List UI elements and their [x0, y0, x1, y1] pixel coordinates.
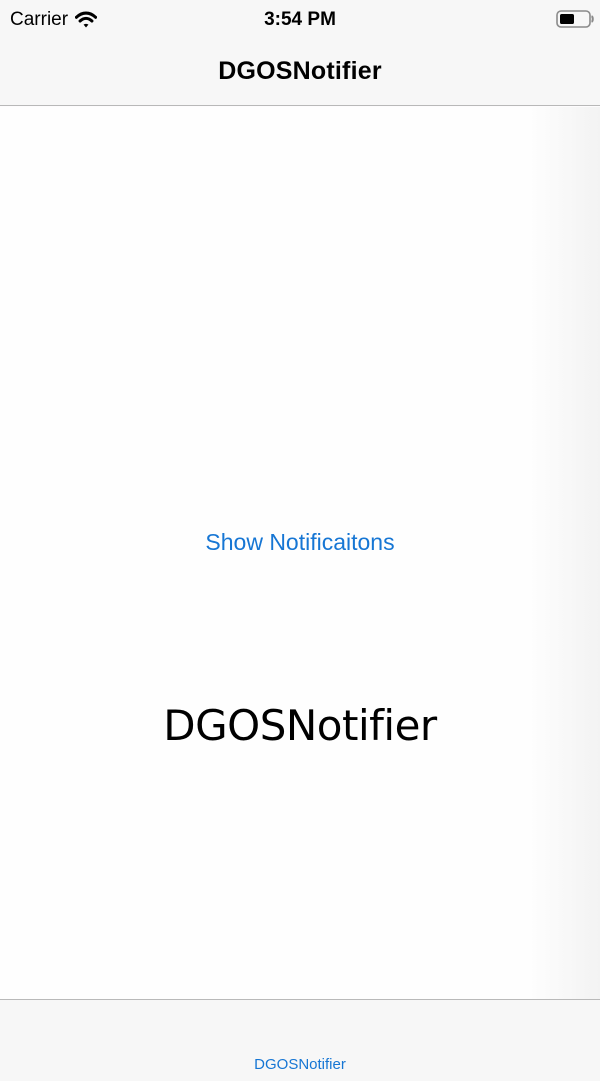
main-content: Show Notificaitons DGOSNotifier — [0, 107, 600, 999]
navigation-title: DGOSNotifier — [218, 57, 382, 85]
top-bar: Carrier 3:54 PM DGOSNotifier — [0, 0, 600, 106]
status-bar: Carrier 3:54 PM — [0, 0, 600, 40]
app-screen: Carrier 3:54 PM DGOSNotifier Show Notifi… — [0, 0, 600, 1081]
tab-dgosnotifier[interactable]: DGOSNotifier — [0, 1055, 600, 1075]
tab-bar: DGOSNotifier — [0, 999, 600, 1081]
battery-icon — [556, 10, 594, 28]
center-title: DGOSNotifier — [163, 701, 437, 750]
show-notifications-button[interactable]: Show Notificaitons — [0, 526, 600, 558]
status-time: 3:54 PM — [264, 9, 336, 30]
